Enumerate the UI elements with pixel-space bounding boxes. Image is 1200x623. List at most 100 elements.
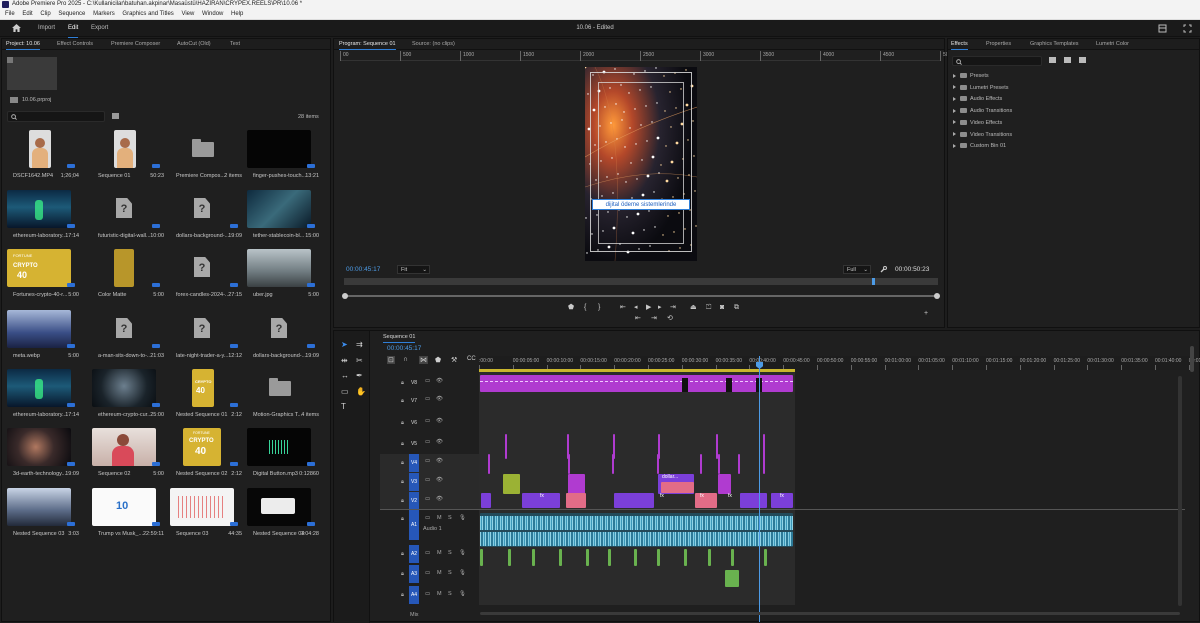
solo-button[interactable]: S — [448, 515, 452, 521]
tab-edit[interactable]: Edit — [68, 20, 79, 39]
mute-button[interactable]: M — [437, 591, 442, 597]
add-marker-icon[interactable]: ⬟ — [568, 304, 574, 312]
tab-effect-controls[interactable]: Effect Controls — [57, 39, 93, 50]
menu-help[interactable]: Help — [231, 11, 243, 17]
lock-icon[interactable]: 🔒︎ — [401, 398, 404, 405]
menu-window[interactable]: Window — [202, 11, 223, 17]
menu-edit[interactable]: Edit — [22, 11, 32, 17]
track-label-a4[interactable]: A4 — [409, 586, 419, 604]
eye-icon[interactable]: 👁︎ — [436, 396, 443, 402]
timeline-timecode[interactable]: 00:00:45:17 — [387, 345, 421, 352]
snap-icon[interactable]: ∩ — [403, 356, 408, 363]
lift-icon[interactable]: ⏏ — [690, 304, 697, 312]
wrench-icon[interactable] — [880, 266, 887, 273]
project-item[interactable]: ? futuristic-digital-wall... 10:00 — [92, 190, 170, 245]
go-to-in-icon[interactable]: ⇤ — [620, 304, 626, 312]
track-label-a2[interactable]: A2 — [409, 545, 419, 563]
effects-folder-item[interactable]: Video Effects — [953, 120, 1002, 126]
audio-clip-a2[interactable] — [731, 549, 734, 566]
project-item[interactable]: Color Matte 5:00 — [92, 249, 170, 304]
monitor-playhead[interactable] — [872, 278, 875, 285]
video-clip-v4[interactable] — [738, 454, 740, 474]
tab-program[interactable]: Program: Sequence 01 — [339, 39, 396, 50]
video-clip-v8[interactable] — [480, 375, 793, 392]
project-item[interactable]: Premiere Compos... 2 items — [170, 130, 248, 185]
tab-sequence[interactable]: Sequence 01 — [383, 331, 416, 343]
effects-folder-item[interactable]: Custom Bin 01 — [953, 143, 1006, 149]
project-item[interactable]: DSCF1642.MP4 1;26;04 — [7, 130, 85, 185]
audio-clip-a2[interactable] — [657, 549, 660, 566]
project-item[interactable]: ethereum-laboratory... 17:14 — [7, 190, 85, 245]
step-back-icon[interactable]: ◂ — [634, 304, 638, 312]
project-item[interactable]: ethereum-laboratory... 17:14 — [7, 369, 85, 424]
selection-tool-icon[interactable]: ➤ — [341, 340, 348, 349]
program-timecode[interactable]: 00:00:45:17 — [346, 266, 380, 273]
video-clip-v2-pink[interactable] — [566, 493, 586, 508]
timeline-ruler[interactable]: :00:00 00:00:05:00 00:00:10:00 00:00:15:00 0… — [479, 356, 1200, 370]
play-in-to-out-icon[interactable]: ⇥ — [651, 315, 657, 323]
video-clip-v2c[interactable] — [614, 493, 654, 508]
video-clip-v3-green[interactable] — [503, 474, 520, 494]
track-label-v2[interactable]: V2 — [409, 492, 419, 510]
sync-icon[interactable]: ▭ — [425, 591, 430, 597]
menu-file[interactable]: File — [5, 11, 15, 17]
toggle-sync-icon[interactable]: ▭ — [425, 496, 430, 502]
audio-clip-a3[interactable] — [725, 570, 739, 587]
project-item[interactable]: Nested Sequence 03 3:03 — [7, 488, 85, 543]
project-item[interactable]: ? dollars-background-... 19:09 — [247, 310, 325, 365]
project-item[interactable]: tether-stablecoin-bl... 15:00 — [247, 190, 325, 245]
video-clip-v4[interactable] — [763, 454, 765, 474]
toggle-sync-icon[interactable]: ▭ — [425, 439, 430, 445]
microphone-icon[interactable]: 🎙︎ — [459, 591, 466, 597]
tab-text[interactable]: Text — [230, 39, 240, 50]
lock-icon[interactable]: 🔒︎ — [401, 380, 404, 387]
sync-icon[interactable]: ▭ — [425, 515, 430, 521]
project-search-input[interactable] — [7, 111, 105, 122]
video-clip-v2d[interactable] — [740, 493, 767, 508]
settings-wrench-icon[interactable]: ⚒ — [451, 356, 457, 364]
video-clip-v3-pink[interactable] — [661, 482, 694, 493]
tab-autocut[interactable]: AutoCut (Old) — [177, 39, 211, 50]
track-label-v5[interactable]: V5 — [409, 435, 419, 453]
eye-icon[interactable]: 👁︎ — [436, 496, 443, 502]
audio-clip-a2[interactable] — [559, 549, 562, 566]
video-clip-v2[interactable] — [481, 493, 491, 508]
go-to-out-icon[interactable]: ⇥ — [670, 304, 676, 312]
project-item[interactable]: Sequence 01 50:23 — [92, 130, 170, 185]
video-clip-v4[interactable] — [568, 454, 570, 474]
microphone-icon[interactable]: 🎙︎ — [459, 515, 466, 521]
new-bin-icon[interactable] — [112, 113, 119, 119]
audio-clip-a2[interactable] — [532, 549, 535, 566]
mute-button[interactable]: M — [437, 515, 442, 521]
lock-icon[interactable]: 🔒︎ — [401, 571, 404, 578]
toggle-sync-icon[interactable]: ▭ — [425, 378, 430, 384]
tab-properties[interactable]: Properties — [986, 39, 1011, 50]
eye-icon[interactable]: 👁︎ — [436, 477, 443, 483]
tab-source[interactable]: Source: (no clips) — [412, 39, 455, 50]
mark-in-icon[interactable]: { — [584, 304, 586, 312]
button-editor-plus-icon[interactable]: + — [924, 310, 928, 318]
caption-text-box[interactable]: dijital ödeme sistemlerinde — [592, 199, 690, 210]
project-item[interactable]: ? dollars-background-... 19:09 — [170, 190, 248, 245]
mark-out-icon[interactable]: } — [598, 304, 600, 312]
vertical-scrollbar[interactable] — [1178, 376, 1182, 606]
captions-icon[interactable]: CC — [467, 356, 476, 362]
video-clip-v4[interactable] — [700, 454, 702, 474]
lock-icon[interactable]: 🔒︎ — [401, 420, 404, 427]
track-label-a1[interactable]: A1 — [409, 510, 419, 540]
sync-icon[interactable]: ▭ — [425, 570, 430, 576]
project-item[interactable]: ethereum-crypto-cur... 25:00 — [92, 369, 170, 424]
lock-icon[interactable]: 🔒︎ — [401, 592, 404, 599]
effects-folder-item[interactable]: Lumetri Presets — [953, 85, 1009, 91]
audio-clip-a2[interactable] — [608, 549, 611, 566]
track-select-icon[interactable]: ⇉ — [356, 340, 363, 349]
nest-icon[interactable]: ⊡ — [387, 356, 395, 364]
lock-icon[interactable]: 🔒︎ — [401, 498, 404, 505]
fullscreen-icon[interactable] — [1183, 24, 1192, 33]
tab-premiere-composer[interactable]: Premiere Composer — [111, 39, 160, 50]
project-item[interactable]: Sequence 03 44:35 — [170, 488, 248, 543]
timeline-zoom-scrollbar[interactable] — [1190, 346, 1194, 372]
eye-icon[interactable]: 👁︎ — [436, 418, 443, 424]
sync-icon[interactable]: ▭ — [425, 550, 430, 556]
eye-icon[interactable]: 👁︎ — [436, 378, 443, 384]
